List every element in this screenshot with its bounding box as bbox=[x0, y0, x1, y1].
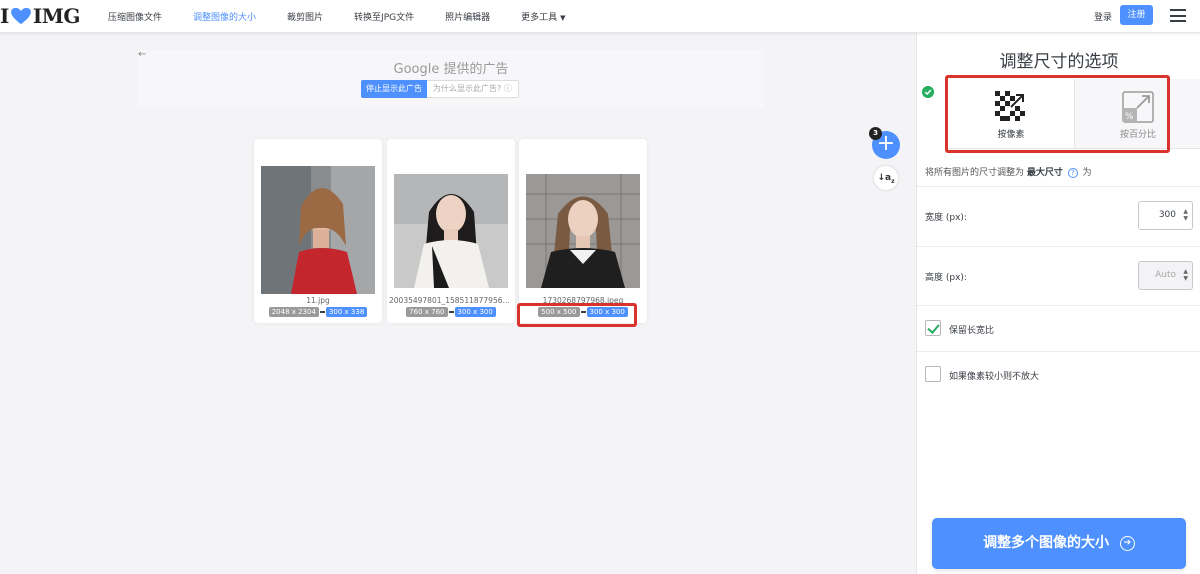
resize-description: 将所有图片的尺寸调整为 最大尺寸 ? 为 bbox=[925, 165, 1092, 178]
info-circle-icon: ⓘ bbox=[503, 84, 512, 93]
height-label: 高度 (px): bbox=[925, 273, 967, 283]
nav-more-tools-label: 更多工具 bbox=[521, 13, 558, 23]
resize-images-button[interactable]: 调整多个图像的大小 ➔ bbox=[932, 518, 1186, 569]
nav-resize[interactable]: 调整图像的大小 bbox=[193, 10, 256, 23]
desc-suffix: 为 bbox=[1082, 168, 1092, 178]
no-enlarge-label[interactable]: 如果像素较小则不放大 bbox=[949, 369, 1039, 382]
check-circle-icon bbox=[922, 86, 934, 98]
width-label: 宽度 (px): bbox=[925, 213, 967, 223]
back-arrow-icon[interactable]: ← bbox=[138, 49, 146, 60]
file-dimensions: 2048 x 2304 300 x 338 bbox=[254, 307, 382, 317]
ad-banner: Google 提供的广告 停止显示此广告 为什么显示此广告? ⓘ bbox=[138, 50, 764, 107]
nav-more-tools[interactable]: 更多工具 ▼ bbox=[521, 10, 565, 23]
nav-photo-editor[interactable]: 照片编辑器 bbox=[445, 10, 490, 23]
file-thumbnail bbox=[394, 174, 508, 288]
width-row: 宽度 (px): 300 ▲ ▼ bbox=[917, 186, 1200, 246]
ilovepdf-logo[interactable]: I IMG bbox=[0, 4, 81, 28]
height-input[interactable]: Auto ▲ ▼ bbox=[1138, 261, 1193, 290]
caret-down-icon: ▼ bbox=[560, 14, 566, 22]
keep-ratio-label[interactable]: 保留长宽比 bbox=[949, 323, 994, 336]
logo-text-right: IMG bbox=[32, 4, 81, 28]
file-count-badge: 3 bbox=[869, 127, 882, 140]
ad-stop-button[interactable]: 停止显示此广告 bbox=[361, 80, 427, 98]
no-enlarge-row: 如果像素较小则不放大 bbox=[917, 351, 1200, 397]
width-value: 300 bbox=[1158, 210, 1176, 220]
width-input[interactable]: 300 ▲ ▼ bbox=[1138, 201, 1193, 230]
highlight-box-dimensions bbox=[517, 303, 637, 327]
spinner-icon[interactable]: ▲ ▼ bbox=[1183, 268, 1188, 282]
arrow-separator bbox=[319, 311, 325, 313]
ad-why-label: 为什么显示此广告? bbox=[433, 84, 502, 93]
ad-why-button[interactable]: 为什么显示此广告? ⓘ bbox=[427, 80, 519, 98]
file-name: 20035497801_158511877956_1… bbox=[389, 296, 513, 305]
highlight-box-modes bbox=[945, 75, 1170, 153]
login-link[interactable]: 登录 bbox=[1094, 10, 1112, 23]
file-card[interactable]: 1730268797968.jpeg 500 x 500 300 x 300 bbox=[519, 139, 647, 323]
arrow-right-circle-icon: ➔ bbox=[1119, 535, 1135, 551]
menu-icon[interactable] bbox=[1170, 9, 1186, 22]
original-size-badge: 760 x 760 bbox=[406, 307, 448, 317]
file-card[interactable]: 20035497801_158511877956_1… 760 x 760 30… bbox=[387, 139, 515, 323]
new-size-badge: 300 x 300 bbox=[454, 307, 496, 317]
ad-buttons: 停止显示此广告 为什么显示此广告? ⓘ bbox=[361, 80, 519, 98]
top-navbar: I IMG 压缩图像文件 调整图像的大小 裁剪图片 转换至JPG文件 照片编辑器… bbox=[0, 0, 1200, 33]
heart-icon bbox=[10, 7, 31, 25]
file-thumbnail bbox=[261, 166, 375, 294]
file-dimensions: 760 x 760 300 x 300 bbox=[387, 307, 515, 317]
spinner-icon[interactable]: ▲ ▼ bbox=[1183, 208, 1188, 222]
main-nav: 压缩图像文件 调整图像的大小 裁剪图片 转换至JPG文件 照片编辑器 更多工具 ▼ bbox=[108, 0, 597, 33]
no-enlarge-checkbox[interactable] bbox=[925, 366, 941, 382]
keep-ratio-checkbox[interactable] bbox=[925, 320, 941, 336]
nav-crop[interactable]: 裁剪图片 bbox=[287, 10, 323, 23]
help-icon[interactable]: ? bbox=[1067, 167, 1078, 178]
desc-prefix: 将所有图片的尺寸调整为 bbox=[925, 168, 1025, 178]
file-name: 11.jpg bbox=[306, 296, 330, 305]
file-card[interactable]: 11.jpg 2048 x 2304 300 x 338 bbox=[254, 139, 382, 323]
new-size-badge: 300 x 338 bbox=[325, 307, 368, 317]
signup-button[interactable]: 注册 bbox=[1120, 5, 1153, 25]
ad-title: Google 提供的广告 bbox=[393, 62, 509, 77]
sort-az-icon[interactable]: ↓az bbox=[874, 166, 898, 190]
keep-ratio-row: 保留长宽比 bbox=[917, 305, 1200, 351]
resize-images-label: 调整多个图像的大小 bbox=[983, 535, 1110, 551]
logo-text-left: I bbox=[0, 4, 9, 28]
arrow-separator bbox=[448, 311, 454, 313]
panel-title: 调整尺寸的选项 bbox=[999, 52, 1119, 72]
nav-convert-jpg[interactable]: 转换至JPG文件 bbox=[354, 10, 414, 23]
height-row: 高度 (px): Auto ▲ ▼ bbox=[917, 246, 1200, 306]
height-value: Auto bbox=[1155, 270, 1176, 280]
nav-compress[interactable]: 压缩图像文件 bbox=[108, 10, 162, 23]
original-size-badge: 2048 x 2304 bbox=[268, 307, 319, 317]
desc-bold: 最大尺寸 bbox=[1026, 168, 1063, 178]
file-thumbnail bbox=[526, 174, 640, 288]
